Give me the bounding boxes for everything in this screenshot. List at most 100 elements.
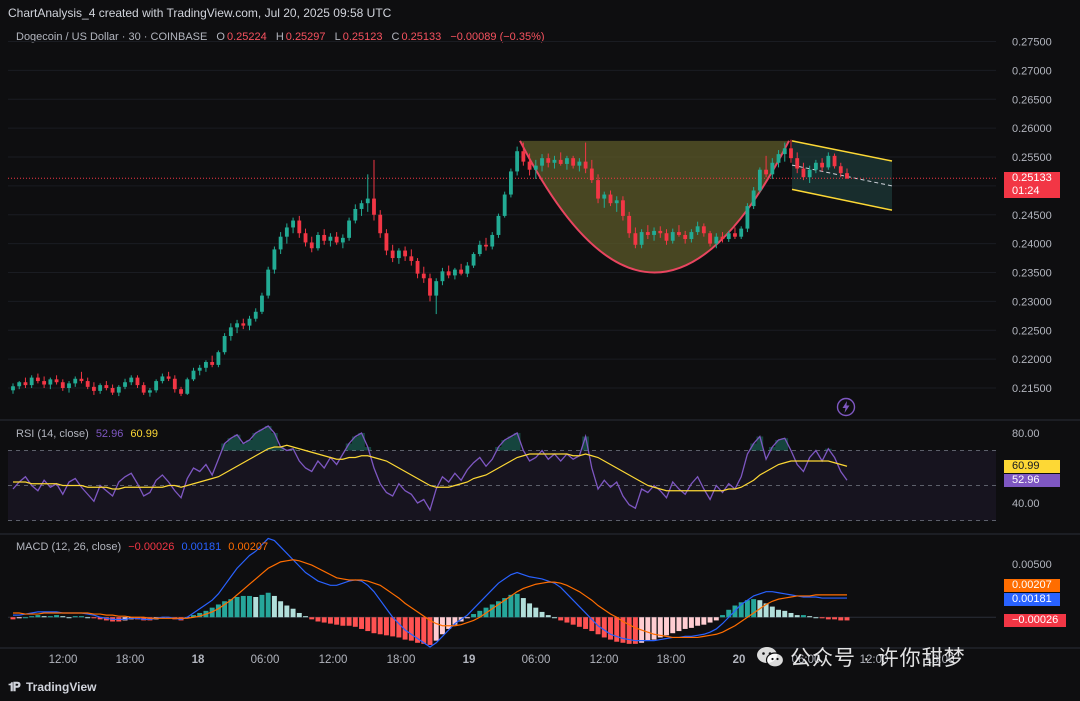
- candle-body: [179, 389, 183, 394]
- candle-body: [770, 162, 775, 175]
- price-tick-label: 0.21500: [1012, 383, 1052, 395]
- candle-body: [85, 381, 90, 387]
- time-tick-label: 18:00: [657, 654, 686, 666]
- wechat-icon: [757, 647, 784, 668]
- candle-body: [739, 228, 744, 237]
- candle-body: [533, 165, 538, 170]
- candle-body: [496, 215, 501, 235]
- macd-histogram-bar: [271, 595, 277, 618]
- macd-histogram-bar: [247, 595, 252, 618]
- macd-histogram-bar: [813, 617, 819, 619]
- candle-body: [471, 254, 476, 266]
- macd-histogram-bar: [421, 617, 427, 644]
- candle-body: [303, 233, 308, 243]
- macd-histogram-bar: [396, 617, 402, 638]
- macd-histogram-bar: [85, 617, 91, 619]
- macd-histogram-bar: [72, 616, 78, 618]
- candle-body: [571, 158, 576, 166]
- macd-histogram-bar: [377, 617, 383, 635]
- price-tick-label: 0.23000: [1012, 296, 1052, 308]
- candle-body: [123, 382, 127, 387]
- candle-body: [278, 236, 283, 250]
- chart-canvas[interactable]: 0.275000.270000.265000.260000.255000.250…: [0, 26, 1080, 676]
- macd-histogram-bar: [91, 617, 97, 619]
- candle-body: [527, 161, 532, 170]
- candle-body: [328, 236, 333, 241]
- macd-histogram-bar: [10, 617, 16, 620]
- candle-body: [353, 208, 358, 221]
- wechat-watermark: 公众号 · 许你甜梦: [756, 642, 966, 672]
- macd-histogram-bar: [744, 600, 750, 618]
- candle-body: [683, 234, 688, 240]
- macd-line-value: 0.00181: [181, 541, 222, 553]
- macd-histogram-bar: [657, 617, 663, 638]
- candle-body: [241, 323, 246, 326]
- macd-histogram-bar: [290, 608, 296, 618]
- candle-body: [726, 233, 731, 240]
- candle-body: [751, 190, 756, 207]
- rsi-legend[interactable]: RSI (14, close) 52.96 60.99: [16, 428, 158, 440]
- macd-histogram-bar: [576, 617, 582, 627]
- candle-body: [733, 233, 737, 237]
- macd-histogram-bar: [365, 617, 371, 632]
- candle-body: [110, 388, 115, 393]
- macd-histogram-bar: [309, 617, 315, 620]
- macd-histogram-bar: [564, 617, 570, 623]
- candle-body: [826, 155, 831, 168]
- candle-body: [204, 362, 208, 368]
- candle-body: [658, 230, 663, 234]
- tradingview-logo[interactable]: 𝟏𝐏 TradingView: [8, 680, 96, 695]
- macd-hist-price-box: −0.00026: [1004, 614, 1066, 627]
- candle-body: [148, 390, 152, 393]
- price-tick-label: 0.23500: [1012, 268, 1052, 280]
- candle-body: [452, 269, 457, 276]
- current-price-box: 0.25133 01:24: [1004, 172, 1060, 198]
- macd-histogram-bar: [545, 615, 551, 618]
- macd-histogram-bar: [315, 617, 321, 622]
- lightning-bolt-icon[interactable]: [836, 397, 856, 417]
- candle-body: [621, 200, 625, 216]
- macd-histogram-bar: [54, 615, 60, 618]
- macd-histogram-bar: [676, 617, 682, 632]
- candle-body: [589, 168, 594, 181]
- macd-signal-price-box: 0.00207: [1004, 579, 1060, 592]
- macd-histogram-bar: [371, 617, 377, 634]
- price-tick-label: 0.27000: [1012, 65, 1052, 77]
- time-tick-label: 18:00: [116, 654, 145, 666]
- candle-body: [166, 376, 171, 379]
- price-tick-label: 0.26500: [1012, 94, 1052, 106]
- candle-body: [316, 234, 320, 249]
- macd-histogram-bar: [253, 597, 259, 618]
- macd-histogram-bar: [284, 605, 290, 618]
- candle-body: [677, 232, 681, 235]
- macd-histogram-bar: [60, 616, 66, 618]
- candle-body: [60, 382, 65, 388]
- macd-histogram-bar: [539, 611, 545, 618]
- candle-body: [185, 379, 190, 394]
- candle-body: [222, 336, 227, 353]
- candle-body: [409, 256, 414, 261]
- macd-legend[interactable]: MACD (12, 26, close) −0.00026 0.00181 0.…: [16, 541, 268, 553]
- rsi-overbought-fill: [221, 426, 832, 451]
- time-tick-label: 06:00: [522, 654, 551, 666]
- candle-body: [602, 194, 607, 199]
- watermark-text: 公众号 · 许你甜梦: [790, 647, 966, 670]
- macd-histogram-bar: [707, 617, 713, 623]
- macd-histogram-bar: [583, 617, 589, 629]
- macd-histogram-bar: [713, 617, 719, 621]
- candle-body: [502, 194, 507, 216]
- macd-histogram-bar: [832, 617, 838, 620]
- macd-histogram-bar: [408, 617, 414, 641]
- rsi-band-fill: [8, 450, 996, 521]
- candle-body: [73, 378, 78, 384]
- macd-line-price-box: 0.00181: [1004, 593, 1060, 606]
- macd-histogram-bar: [265, 592, 271, 618]
- time-tick-label: 12:00: [590, 654, 619, 666]
- candle-body: [813, 162, 818, 170]
- candle-body: [415, 260, 420, 274]
- candle-body: [421, 273, 426, 279]
- candle-body: [29, 377, 34, 386]
- candle-body: [477, 244, 482, 255]
- macd-histogram-bar: [794, 615, 800, 618]
- macd-histogram-bar: [383, 617, 389, 636]
